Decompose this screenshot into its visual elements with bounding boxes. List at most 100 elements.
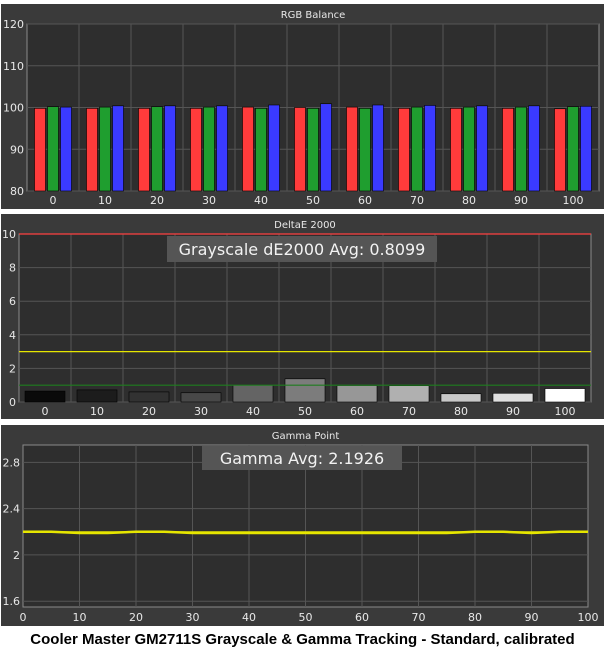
x-tick-label: 10 xyxy=(98,194,112,207)
chart-title: RGB Balance xyxy=(281,10,346,21)
deltae-bar xyxy=(128,391,170,403)
blue-bar xyxy=(268,104,280,192)
blue-bar xyxy=(476,105,488,192)
x-tick-label: 60 xyxy=(358,194,372,207)
deltae-bar xyxy=(232,384,274,403)
y-tick-label: 120 xyxy=(3,18,24,31)
red-bar xyxy=(138,108,150,192)
x-tick-label: 60 xyxy=(355,611,369,624)
deltae-bar xyxy=(336,385,378,403)
x-tick-label: 100 xyxy=(563,194,584,207)
red-bar xyxy=(554,108,566,192)
green-bar xyxy=(307,108,319,192)
blue-bar xyxy=(164,105,176,192)
deltae-bar xyxy=(180,392,222,403)
deltae-bar xyxy=(544,388,586,403)
deltae-bar xyxy=(76,389,118,403)
y-tick-label: 80 xyxy=(10,185,24,198)
blue-bar xyxy=(424,105,436,192)
red-bar xyxy=(502,108,514,192)
blue-bar xyxy=(112,105,124,192)
red-bar xyxy=(34,108,46,192)
x-tick-label: 40 xyxy=(254,194,268,207)
green-bar xyxy=(463,106,475,192)
y-tick-label: 1.6 xyxy=(3,595,21,608)
y-tick-label: 110 xyxy=(3,60,24,73)
y-tick-label: 6 xyxy=(9,295,16,308)
red-bar xyxy=(190,108,202,192)
x-tick-label: 40 xyxy=(242,611,256,624)
red-bar xyxy=(398,108,410,192)
x-tick-label: 20 xyxy=(150,194,164,207)
deltae-bar xyxy=(440,393,482,403)
chart-panel-1: RGB Balance 80 90 100 110 120 0 10 20 30 40 50 60 70 8… xyxy=(1,4,604,209)
x-tick-label: 90 xyxy=(525,611,539,624)
y-tick-label: 8 xyxy=(9,262,16,275)
green-bar xyxy=(203,106,215,192)
x-tick-label: 80 xyxy=(468,611,482,624)
average-annotation: Grayscale dE2000 Avg: 0.8099 xyxy=(179,240,426,259)
chart-figure: RGB Balance 80 90 100 110 120 0 10 20 30 40 50 60 70 8… xyxy=(0,0,605,652)
x-tick-label: 20 xyxy=(129,611,143,624)
average-annotation: Gamma Avg: 2.1926 xyxy=(220,449,384,468)
red-bar xyxy=(450,108,462,192)
blue-bar xyxy=(580,105,592,192)
x-tick-label: 30 xyxy=(202,194,216,207)
x-tick-label: 70 xyxy=(410,194,424,207)
y-tick-label: 90 xyxy=(10,143,24,156)
blue-bar xyxy=(372,104,384,192)
x-tick-label: 80 xyxy=(462,194,476,207)
x-tick-label: 30 xyxy=(194,405,208,418)
y-tick-label: 10 xyxy=(2,228,16,241)
x-tick-label: 100 xyxy=(578,611,599,624)
deltae-bar xyxy=(24,390,66,403)
green-bar xyxy=(255,108,267,192)
y-tick-label: 100 xyxy=(3,102,24,115)
x-tick-label: 0 xyxy=(50,194,57,207)
x-tick-label: 50 xyxy=(298,405,312,418)
y-tick-label: 4 xyxy=(9,329,16,342)
x-tick-label: 50 xyxy=(306,194,320,207)
y-tick-label: 2 xyxy=(9,362,16,375)
x-tick-label: 60 xyxy=(350,405,364,418)
blue-bar xyxy=(60,106,72,192)
x-tick-label: 10 xyxy=(73,611,87,624)
green-bar xyxy=(515,106,527,192)
green-bar xyxy=(47,106,59,192)
chart-panel-3: Gamma Point 1.6 2 2.4 2.8 0 10 20 30 40 50 60 70 80 90… xyxy=(1,425,604,626)
x-tick-label: 70 xyxy=(412,611,426,624)
green-bar xyxy=(99,106,111,192)
x-tick-label: 20 xyxy=(142,405,156,418)
x-tick-label: 10 xyxy=(90,405,104,418)
y-tick-label: 2.4 xyxy=(3,503,21,516)
x-tick-label: 70 xyxy=(402,405,416,418)
chart-title: DeltaE 2000 xyxy=(274,220,336,231)
y-tick-label: 2 xyxy=(13,549,20,562)
x-tick-label: 100 xyxy=(555,405,576,418)
red-bar xyxy=(242,106,254,192)
green-bar xyxy=(567,106,579,192)
blue-bar xyxy=(528,105,540,192)
y-tick-label: 2.8 xyxy=(3,456,21,469)
blue-bar xyxy=(320,103,332,192)
x-tick-label: 30 xyxy=(186,611,200,624)
y-tick-label: 0 xyxy=(9,396,16,409)
x-tick-label: 50 xyxy=(299,611,313,624)
deltae-bar xyxy=(284,378,326,403)
x-tick-label: 0 xyxy=(42,405,49,418)
deltae-bar xyxy=(388,385,430,403)
x-tick-label: 0 xyxy=(20,611,27,624)
chart-panel-2: DeltaE 200002468100 10 20 30 40 50 60 70 80 90 100… xyxy=(1,214,604,419)
figure-caption: Cooler Master GM2711S Grayscale & Gamma … xyxy=(0,627,605,652)
blue-bar xyxy=(216,105,228,192)
green-bar xyxy=(411,106,423,192)
deltae-bar xyxy=(492,392,534,403)
gamma-line xyxy=(23,530,588,535)
x-tick-label: 90 xyxy=(514,194,528,207)
green-bar xyxy=(151,106,163,192)
red-bar xyxy=(346,106,358,192)
x-tick-label: 40 xyxy=(246,405,260,418)
green-bar xyxy=(359,108,371,192)
red-bar xyxy=(294,107,306,192)
x-tick-label: 90 xyxy=(506,405,520,418)
